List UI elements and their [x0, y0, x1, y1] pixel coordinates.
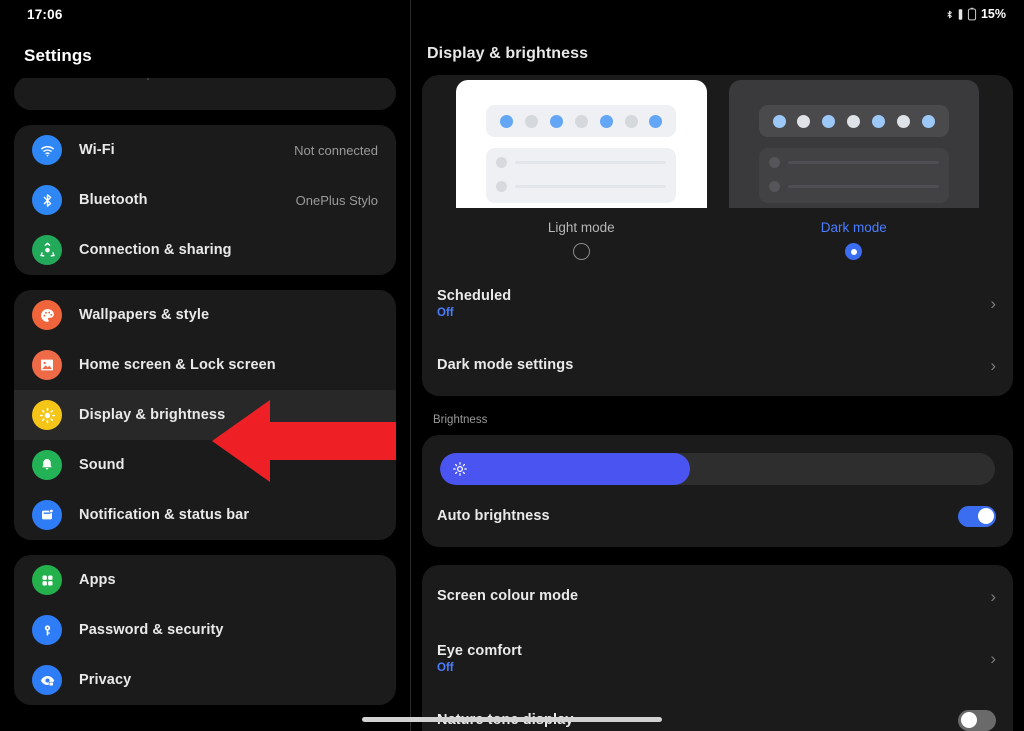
theme-mode-options: Light mode Dark mode: [422, 75, 1013, 272]
palette-icon: [32, 300, 62, 330]
chevron-right-icon: ›: [990, 355, 996, 375]
bell-icon: [32, 450, 62, 480]
sidebar-item-label: Password & security: [79, 622, 224, 638]
sidebar-item-label: Sound: [79, 457, 125, 473]
sidebar-item-apps[interactable]: Apps: [14, 555, 396, 605]
preview-list-rows: [758, 148, 949, 203]
signal-icon: [957, 8, 964, 21]
theme-option-dark[interactable]: Dark mode: [728, 80, 979, 272]
brightness-slider[interactable]: [440, 453, 995, 485]
sidebar-item-label: Bluetooth: [79, 192, 148, 208]
sidebar-item-password-security[interactable]: Password & security: [14, 605, 396, 655]
display-brightness-panel: 15% Display & brightness Light mode Dark…: [411, 0, 1024, 731]
row-nature-tone-display[interactable]: Nature tone display: [422, 689, 1013, 731]
sidebar-group-system: Apps Password & security Privacy: [14, 555, 396, 705]
status-bar-left: 17:06: [0, 0, 410, 28]
sidebar-page-title: Settings: [24, 46, 92, 65]
row-dark-mode-settings[interactable]: Dark mode settings ›: [422, 334, 1013, 396]
sidebar-item-wifi[interactable]: Wi-Fi Not connected: [14, 125, 396, 175]
gesture-home-bar[interactable]: [362, 717, 662, 722]
row-screen-colour-mode[interactable]: Screen colour mode ›: [422, 565, 1013, 627]
privacy-eye-icon: [32, 665, 62, 695]
dark-mode-label: Dark mode: [820, 220, 887, 235]
row-subtitle: Off: [437, 306, 454, 319]
sidebar-item-value: OnePlus Stylo: [295, 192, 378, 208]
preview-dot-row: [486, 105, 677, 137]
light-mode-label: Light mode: [547, 220, 615, 235]
brightness-sun-icon: [32, 400, 62, 430]
sidebar-item-wallpapers-style[interactable]: Wallpapers & style: [14, 290, 396, 340]
row-eye-comfort[interactable]: Eye comfort Off ›: [422, 627, 1013, 689]
theme-mode-card: Light mode Dark mode Scheduled Off › Dar…: [422, 75, 1013, 396]
auto-brightness-label: Auto brightness: [437, 508, 550, 524]
row-title: Dark mode settings: [437, 357, 574, 373]
display-options-card: Screen colour mode › Eye comfort Off › N…: [422, 565, 1013, 731]
apps-grid-icon: [32, 565, 62, 595]
auto-brightness-toggle[interactable]: [958, 505, 996, 527]
sidebar-item-label: Wi-Fi: [79, 142, 115, 158]
sidebar-item-label: Home screen & Lock screen: [79, 357, 276, 373]
nature-tone-toggle[interactable]: [958, 709, 996, 731]
sidebar-clipped-card[interactable]: Oasis Club perks: [14, 78, 396, 110]
preview-list-rows: [486, 148, 677, 203]
chevron-right-icon: ›: [990, 648, 996, 668]
battery-icon: [967, 7, 977, 21]
row-scheduled[interactable]: Scheduled Off ›: [422, 272, 1013, 334]
settings-sidebar-panel: 17:06 Settings Oasis Club perks Wi-Fi: [0, 0, 410, 731]
connection-sharing-icon: [32, 235, 62, 265]
red-arrow-pointing-left-icon: [212, 400, 396, 482]
image-icon: [32, 350, 62, 380]
brightness-slider-wrap: [422, 435, 1013, 485]
dark-mode-preview: [728, 80, 979, 208]
row-auto-brightness[interactable]: Auto brightness: [422, 485, 1013, 547]
brightness-slider-fill: [440, 453, 690, 485]
brightness-card: Auto brightness: [422, 435, 1013, 547]
sidebar-item-label: Apps: [79, 572, 116, 588]
brightness-section-label: Brightness: [433, 414, 488, 426]
sidebar-item-notification-status-bar[interactable]: Notification & status bar: [14, 490, 396, 540]
row-subtitle: Off: [437, 661, 454, 674]
wifi-icon: [32, 135, 62, 165]
bluetooth-icon: [945, 8, 954, 21]
theme-option-light[interactable]: Light mode: [456, 80, 707, 272]
sidebar-item-label: Notification & status bar: [79, 507, 250, 523]
sidebar-item-label: Wallpapers & style: [79, 307, 210, 323]
sidebar-item-bluetooth[interactable]: Bluetooth OnePlus Stylo: [14, 175, 396, 225]
notification-icon: [32, 500, 62, 530]
battery-percent-label: 15%: [980, 7, 1006, 21]
bluetooth-icon: [32, 185, 62, 215]
status-clock: 17:06: [27, 6, 63, 22]
row-title: Scheduled: [437, 287, 512, 304]
sidebar-item-label: Privacy: [79, 672, 132, 688]
row-title: Eye comfort: [437, 642, 522, 659]
light-mode-preview: [456, 80, 707, 208]
light-mode-radio[interactable]: [572, 243, 590, 260]
sidebar-item-home-lock-screen[interactable]: Home screen & Lock screen: [14, 340, 396, 390]
dark-mode-radio[interactable]: [845, 243, 863, 260]
sidebar-clipped-label: Oasis Club perks: [74, 78, 181, 80]
sidebar-group-connectivity: Wi-Fi Not connected Bluetooth OnePlus St…: [14, 125, 396, 275]
device-screen: 17:06 Settings Oasis Club perks Wi-Fi: [0, 0, 1024, 731]
key-icon: [32, 615, 62, 645]
chevron-right-icon: ›: [990, 293, 996, 313]
sidebar-item-label: Display & brightness: [79, 407, 226, 423]
sidebar-item-label: Connection & sharing: [79, 242, 232, 258]
sidebar-item-value: Not connected: [294, 142, 378, 158]
chevron-right-icon: ›: [990, 586, 996, 606]
sidebar-item-privacy[interactable]: Privacy: [14, 655, 396, 705]
row-title: Screen colour mode: [437, 588, 579, 604]
sun-icon: [453, 462, 467, 476]
preview-dot-row: [758, 105, 949, 137]
page-title: Display & brightness: [427, 45, 589, 62]
sidebar-item-connection-sharing[interactable]: Connection & sharing: [14, 225, 396, 275]
status-bar-right: 15%: [411, 0, 1024, 28]
